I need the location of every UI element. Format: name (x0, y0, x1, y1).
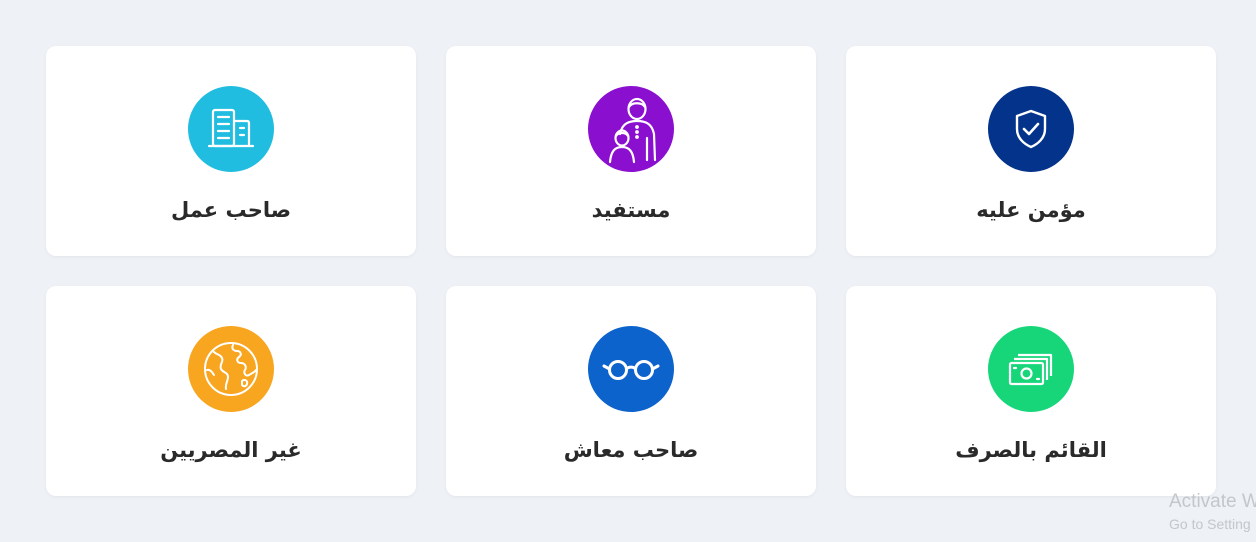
card-label-pensioner: صاحب معاش (563, 438, 699, 462)
parent-child-icon (608, 97, 657, 164)
buildings-icon (207, 108, 255, 148)
money-bills-icon (1008, 353, 1053, 386)
card-disbursement-officer[interactable]: القائم بالصرف (846, 286, 1216, 496)
card-label-employer: صاحب عمل (170, 198, 292, 222)
card-insured[interactable]: مؤمن عليه (846, 46, 1216, 256)
card-non-egyptians[interactable]: غير المصريين (46, 286, 416, 496)
watermark-title: Activate W (1169, 491, 1256, 512)
card-employer[interactable]: صاحب عمل (46, 46, 416, 256)
card-label-insured: مؤمن عليه (976, 198, 1086, 222)
card-pensioner[interactable]: صاحب معاش (446, 286, 816, 496)
icon-circle-non-egyptians (188, 326, 274, 412)
card-label-non-egyptians: غير المصريين (160, 438, 302, 462)
card-beneficiary[interactable]: مستفيد (446, 46, 816, 256)
eyeglasses-icon (602, 360, 660, 380)
icon-circle-insured (988, 86, 1074, 172)
icon-circle-pensioner (588, 326, 674, 412)
icon-circle-disbursement-officer (988, 326, 1074, 412)
activate-windows-watermark: Activate W Go to Setting (1169, 490, 1256, 534)
watermark-subtitle: Go to Setting (1169, 516, 1251, 532)
card-label-disbursement-officer: القائم بالصرف (955, 438, 1107, 462)
icon-circle-beneficiary (588, 86, 674, 172)
globe-icon (204, 342, 258, 396)
shield-check-icon (1015, 109, 1047, 149)
icon-circle-employer (188, 86, 274, 172)
card-label-beneficiary: مستفيد (591, 198, 671, 222)
